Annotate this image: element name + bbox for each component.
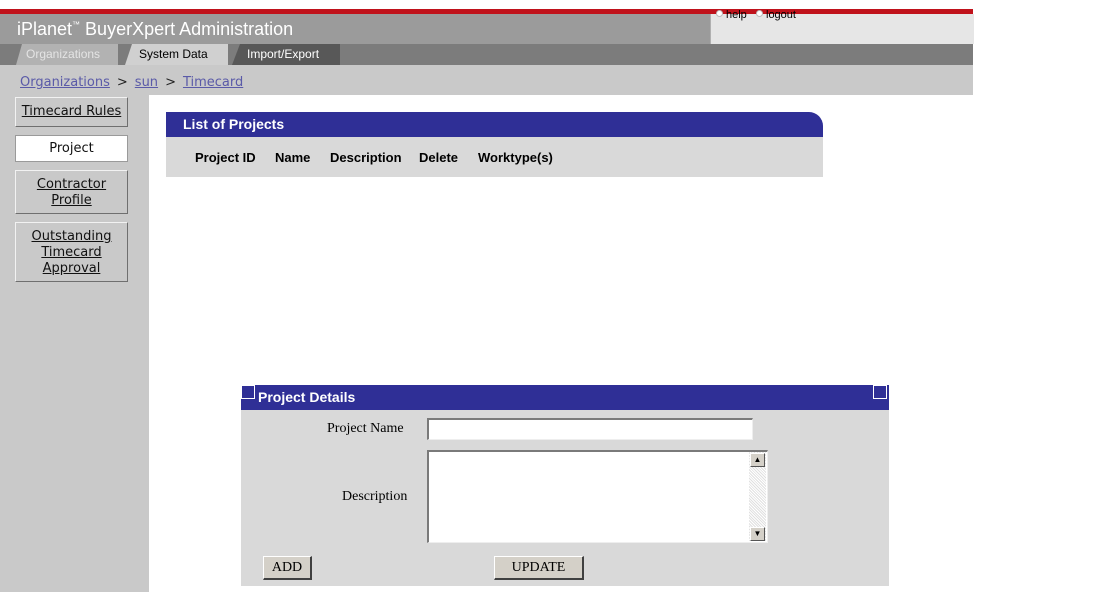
sidebar-item-contractor-profile[interactable]: Contractor Profile — [15, 170, 128, 214]
column-name: Name — [275, 150, 311, 165]
app-window: iPlanet™ BuyerXpert Administration help … — [0, 0, 974, 592]
bullet-icon — [716, 10, 723, 17]
utility-bar — [710, 14, 974, 44]
breadcrumb-timecard[interactable]: Timecard — [183, 75, 243, 90]
project-name-input[interactable] — [427, 418, 753, 440]
add-button[interactable]: ADD — [263, 556, 312, 580]
column-delete: Delete — [419, 150, 459, 165]
breadcrumb: Organizations > sun > Timecard — [20, 75, 243, 90]
scroll-up-icon[interactable]: ▲ — [750, 453, 765, 467]
tab-import-export[interactable]: Import/Export — [232, 44, 340, 65]
logout-link[interactable]: logout — [756, 9, 796, 21]
corner-box-icon — [873, 385, 887, 399]
breadcrumb-separator: > — [116, 75, 128, 90]
column-description: Description — [330, 150, 402, 165]
bullet-icon — [756, 10, 763, 17]
sidebar-item-project[interactable]: Project — [15, 135, 128, 162]
breadcrumb-separator: > — [165, 75, 176, 90]
sidebar-item-timecard-rules[interactable]: Timecard Rules — [15, 97, 128, 127]
column-worktypes: Worktype(s) — [478, 150, 553, 165]
description-textarea[interactable] — [427, 450, 768, 543]
column-project-id: Project ID — [195, 150, 256, 165]
help-link[interactable]: help — [716, 9, 747, 21]
scroll-down-icon[interactable]: ▼ — [750, 527, 765, 541]
description-label: Description — [342, 489, 408, 504]
breadcrumb-organizations[interactable]: Organizations — [20, 75, 110, 90]
project-details-title: Project Details — [258, 389, 356, 405]
app-title: iPlanet™ BuyerXpert Administration — [17, 19, 294, 39]
tab-system-data[interactable]: System Data — [125, 44, 228, 65]
breadcrumb-sun[interactable]: sun — [135, 75, 158, 90]
update-button[interactable]: UPDATE — [494, 556, 584, 580]
projects-list-title: List of Projects — [183, 116, 285, 132]
tab-organizations[interactable]: Organizations — [16, 44, 118, 65]
corner-box-icon — [241, 385, 255, 399]
sidebar-item-outstanding-timecard-approval[interactable]: Outstanding Timecard Approval — [15, 222, 128, 282]
project-name-label: Project Name — [327, 421, 404, 436]
